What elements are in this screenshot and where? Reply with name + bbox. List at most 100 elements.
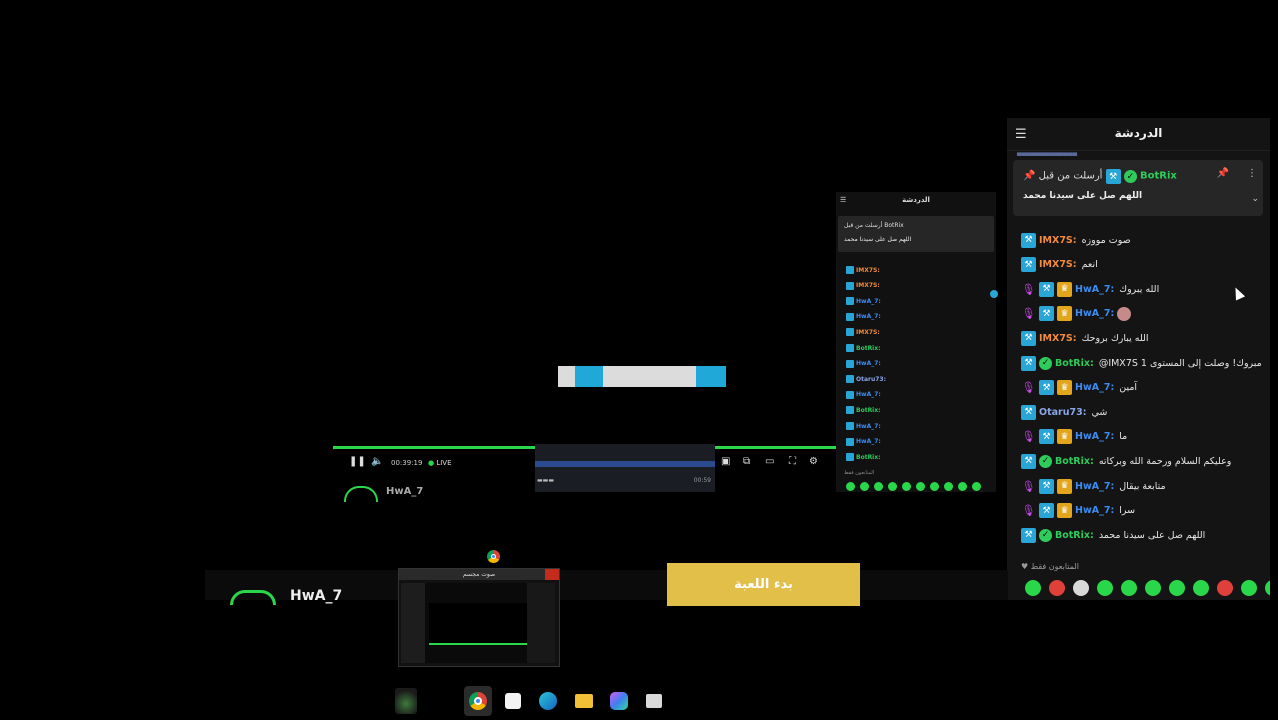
verified-badge-icon: ✓ [1039,454,1052,468]
mini-chat-username[interactable]: BotRix: [856,407,881,414]
pip-icon[interactable]: ⧉ [743,456,750,467]
mini-footer: المتابعون فقط [844,470,875,476]
chat-message: 🎙 ⚒ ♛ HwA_7: الله يبروك [1021,279,1159,299]
mini-chat-username[interactable]: HwA_7: [856,298,881,305]
more-options-icon[interactable]: ⋮ [1247,168,1257,179]
taskbar-chrome[interactable] [464,686,492,716]
followers-only-note: ♥ المتابعون فقط [1021,562,1079,571]
window-thumbnail[interactable]: صوت مجسم [398,568,560,667]
editor-timeline[interactable]: ▬▬▬ 00:59 [535,444,715,492]
chat-message: 🎙 ⚒ ♛ HwA_7: [1021,304,1136,324]
settings-icon[interactable]: ⚙ [809,456,818,467]
taskbar-copilot[interactable] [605,686,633,716]
channel-name[interactable]: HwA_7 [290,588,342,604]
chat-username[interactable]: HwA_7: [1075,382,1114,393]
pinned-by-label: أرسلت من قبل [1038,170,1103,182]
tool-badge-icon: ⚒ [1039,306,1054,322]
crown-badge-icon: ♛ [1057,380,1072,396]
mini-chat-message: BotRix: [846,451,881,463]
chevron-down-icon[interactable]: ⌄ [1251,194,1259,204]
emote-button[interactable] [1217,580,1233,596]
chat-message: 🎙 ⚒ ♛ HwA_7: آمين [1021,378,1137,398]
chat-username[interactable]: BotRix: [1055,358,1094,369]
mini-chat-username[interactable]: BotRix: [856,345,881,352]
emote-button[interactable] [1049,580,1065,596]
emote-button[interactable] [1193,580,1209,596]
mini-chat-username[interactable]: HwA_7: [856,423,881,430]
emote-button[interactable] [1241,580,1257,596]
taskbar-explorer[interactable] [570,686,598,716]
mini-chat-username[interactable]: BotRix: [856,454,881,461]
emote-button[interactable] [1097,580,1113,596]
tool-badge-icon [846,266,854,274]
mini-emote-bar [846,482,981,491]
chat-username[interactable]: HwA_7: [1075,505,1114,516]
chat-username[interactable]: BotRix: [1055,530,1094,541]
refresh-icon[interactable] [990,290,998,298]
chat-text: آمين [1119,382,1138,394]
channel-avatar[interactable] [230,590,276,605]
pinned-message[interactable]: 📌 أرسلت من قبل ⚒ ✓ BotRix اللهم صل على س… [1013,160,1263,216]
verified-badge-icon: ✓ [1039,528,1052,542]
crown-badge-icon: ♛ [1057,478,1072,494]
tool-badge-icon: ⚒ [1021,404,1036,420]
mini-chat-panel: ☰ الدردشة أرسلت من قبل BotRix اللهم صل ع… [836,192,996,492]
emote-button[interactable] [1073,580,1089,596]
emote-button[interactable] [1025,580,1041,596]
pinned-user[interactable]: BotRix [1140,171,1177,182]
video-player[interactable] [333,190,836,448]
chat-username[interactable]: HwA_7: [1075,481,1114,492]
channel-name-small[interactable]: HwA_7 [386,486,423,497]
mini-chat-username[interactable]: IMX7S: [856,329,880,336]
chat-username[interactable]: BotRix: [1055,456,1094,467]
channel-avatar-small[interactable] [344,486,378,502]
mini-pinned-message[interactable]: أرسلت من قبل BotRix اللهم صل على سيدنا م… [838,216,994,252]
taskbar-edge[interactable] [534,686,562,716]
copilot-icon [610,692,628,710]
clip-icon[interactable]: ▣ [721,456,730,467]
chat-username[interactable]: IMX7S: [1039,333,1077,344]
unpin-icon[interactable]: 📌 [1217,168,1229,179]
tool-badge-icon [846,390,854,399]
mini-chat-username[interactable]: IMX7S: [856,267,880,274]
chat-username[interactable]: Otaru73: [1039,407,1087,418]
mic-badge-icon: 🎙 [1021,282,1036,296]
mini-chat-message: Otaru73: [846,373,886,385]
start-game-button[interactable]: بدء اللعبة [667,563,860,606]
mini-chat-username[interactable]: HwA_7: [856,313,881,320]
volume-icon[interactable]: 🔈 [371,456,383,467]
chat-username[interactable]: IMX7S: [1039,259,1077,270]
mini-chat-username[interactable]: IMX7S: [856,282,880,289]
close-icon[interactable] [545,569,559,580]
mini-chat-username[interactable]: HwA_7: [856,360,881,367]
emote-button[interactable] [1265,580,1270,596]
tool-badge-icon [846,453,854,462]
taskbar-app-game[interactable] [392,686,420,716]
tool-badge-icon [846,297,854,306]
tool-badge-icon: ⚒ [1105,169,1121,184]
tool-badge-icon [846,375,854,384]
chat-username[interactable]: HwA_7: [1075,308,1114,319]
chat-text: اللهم صل على سيدنا محمد [1098,529,1206,541]
verified-badge-icon: ✓ [1039,356,1052,370]
window-icon [646,694,662,708]
chat-text: متابعة بيقال [1119,480,1166,492]
mini-chat-username[interactable]: HwA_7: [856,438,881,445]
verified-badge-icon: ✓ [1123,170,1137,183]
emote-button[interactable] [1169,580,1185,596]
chat-username[interactable]: HwA_7: [1075,431,1114,442]
emote-bar [1025,580,1270,596]
theater-icon[interactable]: ▭ [765,456,774,467]
emote-button[interactable] [1145,580,1161,596]
chat-username[interactable]: IMX7S: [1039,235,1077,246]
emote-button[interactable] [1121,580,1137,596]
mini-chat-username[interactable]: HwA_7: [856,391,881,398]
pause-icon[interactable]: ❚❚ [349,456,366,467]
fullscreen-icon[interactable]: ⛶ [789,456,796,467]
taskbar-store[interactable] [499,686,527,716]
timeline-track[interactable] [535,461,715,467]
mini-chat-message: HwA_7: [846,358,881,370]
mini-chat-username[interactable]: Otaru73: [856,376,886,383]
chat-username[interactable]: HwA_7: [1075,284,1114,295]
taskbar-window[interactable] [640,686,668,716]
